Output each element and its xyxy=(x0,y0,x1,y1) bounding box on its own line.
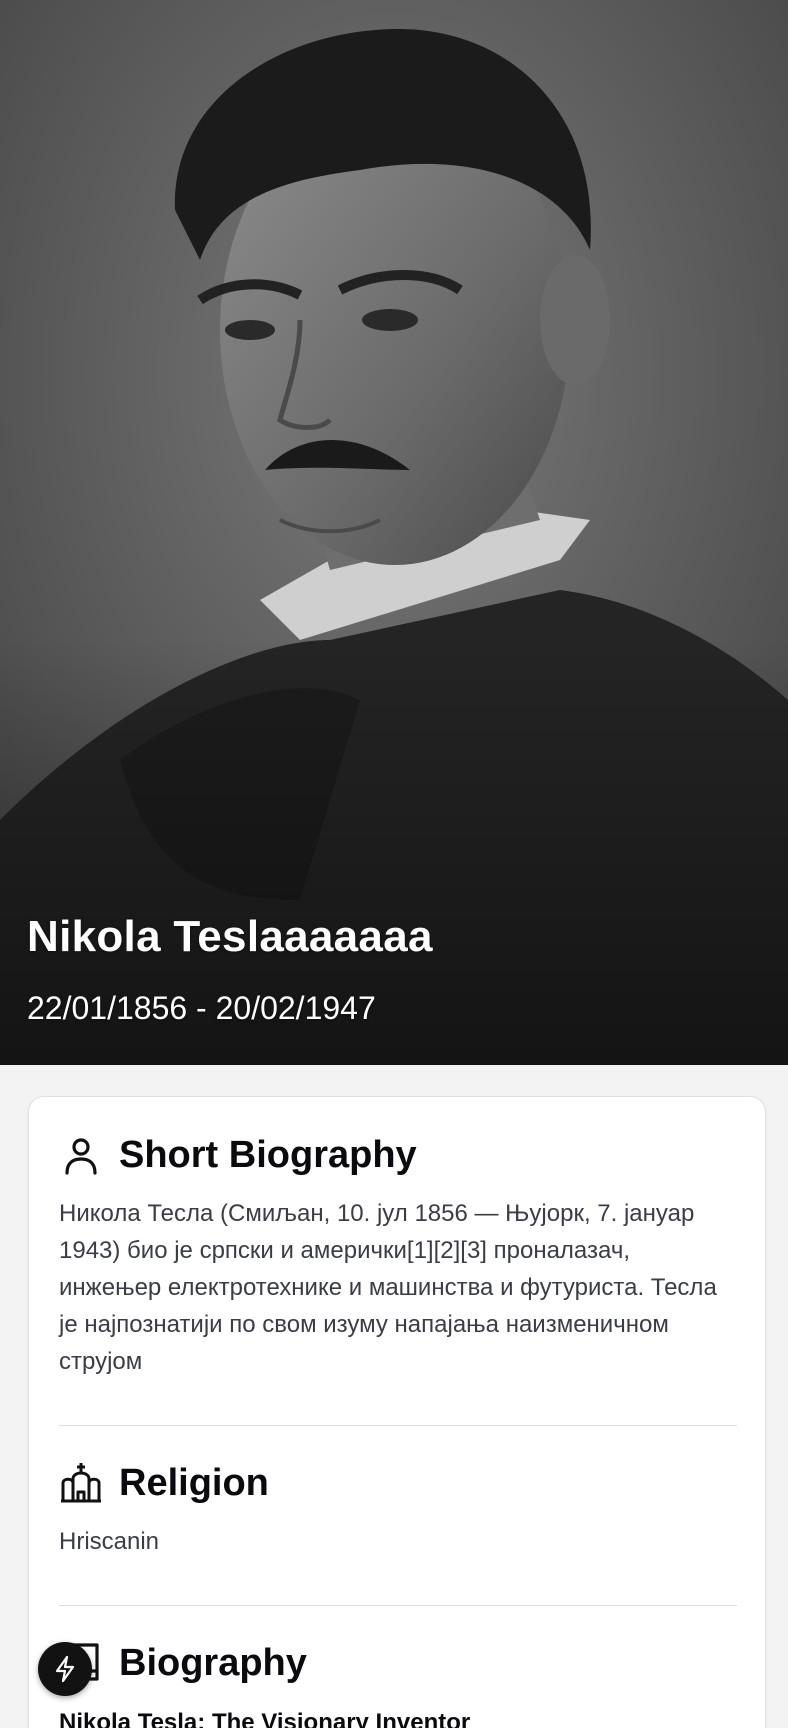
memorial-page: Nikola Teslaaaaaaa 22/01/1856 - 20/02/19… xyxy=(0,0,788,1728)
short-biography-section: Short Biography Никола Тесла (Смиљан, 10… xyxy=(59,1131,737,1380)
section-title: Biography xyxy=(119,1641,307,1684)
short-biography-text: Никола Тесла (Смиљан, 10. јул 1856 — Њуј… xyxy=(59,1200,717,1375)
hero-banner: Nikola Teslaaaaaaa 22/01/1856 - 20/02/19… xyxy=(0,0,788,1065)
religion-section: Religion Hriscanin xyxy=(59,1459,737,1560)
religion-text: Hriscanin xyxy=(59,1528,160,1555)
divider xyxy=(59,1605,737,1606)
lightning-bolt-icon xyxy=(55,1655,75,1683)
life-dates: 22/01/1856 - 20/02/1947 xyxy=(27,990,376,1026)
portrait-photo xyxy=(0,0,788,1065)
biography-section: Biography xyxy=(59,1639,737,1687)
church-icon xyxy=(59,1461,103,1505)
divider xyxy=(59,1425,737,1426)
person-icon xyxy=(59,1133,103,1177)
person-name: Nikola Teslaaaaaaa xyxy=(27,912,433,961)
details-card: Short Biography Никола Тесла (Смиљан, 10… xyxy=(28,1096,766,1728)
section-title: Religion xyxy=(119,1461,269,1504)
lightning-fab-button[interactable] xyxy=(38,1642,92,1696)
biography-subtitle: Nikola Tesla: The Visionary Inventor xyxy=(59,1709,471,1728)
section-title: Short Biography xyxy=(119,1133,417,1176)
